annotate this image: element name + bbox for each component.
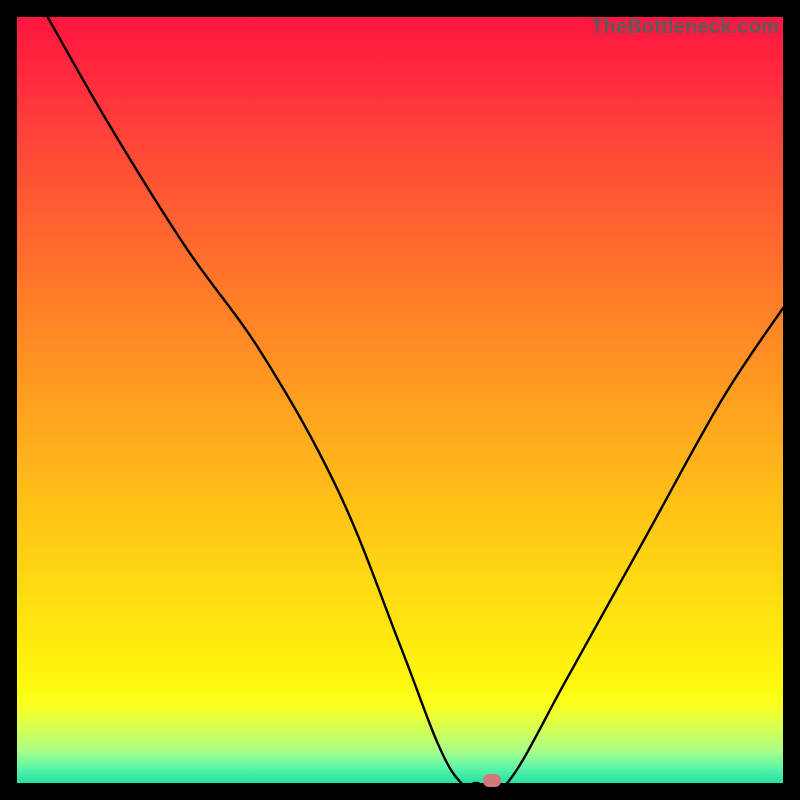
- chart-frame: TheBottleneck.com: [0, 0, 800, 800]
- optimum-marker: [483, 774, 501, 787]
- plot-area: TheBottleneck.com: [17, 17, 783, 783]
- bottleneck-curve: [17, 17, 783, 783]
- attribution-label: TheBottleneck.com: [591, 16, 779, 39]
